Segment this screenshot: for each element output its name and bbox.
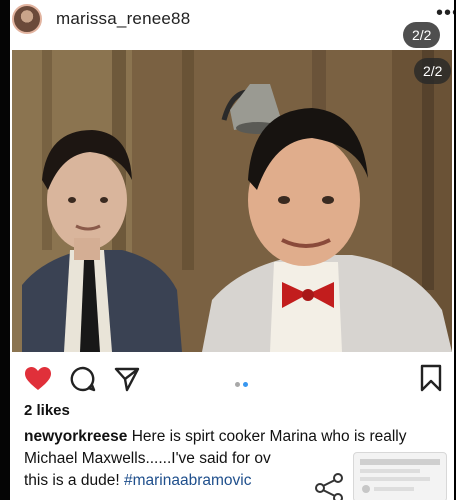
- post-actions: [10, 358, 454, 398]
- caption-text-line2: Michael Maxwells......I've said for ov: [24, 450, 271, 467]
- post-header: marissa_renee88 •••: [10, 0, 454, 44]
- send-icon[interactable]: [114, 366, 140, 392]
- post-username[interactable]: marissa_renee88: [56, 9, 190, 29]
- caption-text-line3: this is a dude!: [24, 472, 120, 489]
- carousel-dot: [235, 382, 240, 387]
- photo-illustration: [12, 50, 452, 352]
- post-card: marissa_renee88 •••: [10, 0, 454, 500]
- carousel-counter-badge-secondary: 2/2: [414, 58, 452, 84]
- caption-text-line1: Here is spirt cooker Marina who is reall…: [131, 428, 407, 445]
- caption-username[interactable]: newyorkreese: [24, 428, 127, 445]
- comment-icon[interactable]: [70, 366, 96, 392]
- likes-count[interactable]: 2 likes: [24, 402, 70, 419]
- carousel-dot-active: [243, 382, 248, 387]
- carousel-dots: [235, 374, 251, 392]
- more-options-icon[interactable]: •••: [436, 2, 454, 25]
- share-icon[interactable]: [310, 470, 350, 500]
- preview-thumbnail-icon: [360, 459, 440, 493]
- post-photo[interactable]: [12, 50, 452, 352]
- floating-preview-card[interactable]: [353, 452, 447, 500]
- carousel-counter-badge: 2/2: [403, 22, 441, 48]
- screen-edge: [0, 0, 10, 500]
- caption-hashtag[interactable]: #marinaabramovic: [124, 472, 252, 489]
- heart-icon[interactable]: [24, 366, 52, 392]
- bookmark-icon[interactable]: [420, 364, 442, 392]
- avatar[interactable]: [12, 4, 42, 34]
